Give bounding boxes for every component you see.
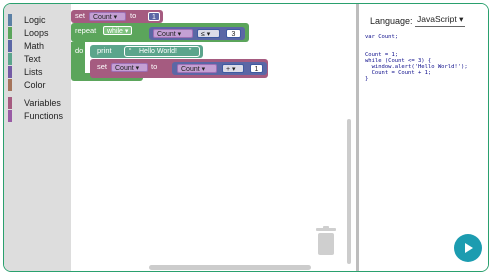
to-keyword: to — [151, 62, 158, 71]
category-color-bar — [8, 110, 12, 122]
category-color-bar — [8, 79, 12, 91]
category-label: Lists — [24, 67, 43, 77]
set-keyword: set — [97, 62, 108, 71]
category-label: Loops — [24, 28, 49, 38]
operator-dropdown[interactable]: + ▾ — [222, 64, 244, 73]
operator-value: ≤ — [201, 31, 205, 38]
dropdown-arrow-icon: ▾ — [135, 65, 140, 72]
code-panel: Language: JavaScript ▾ var Count; Count … — [359, 4, 488, 271]
set-count-increment-block[interactable]: set Count ▾ to Count ▾ + ▾ 1 — [90, 59, 268, 78]
category-label: Functions — [24, 111, 64, 121]
category-label: Text — [24, 54, 41, 64]
repeat-keyword: repeat — [75, 26, 97, 35]
operator-value: + — [226, 66, 231, 73]
category-label: Color — [24, 80, 46, 90]
to-keyword: to — [130, 11, 137, 20]
variable-name: Count — [181, 66, 200, 73]
variable-name: Count — [93, 14, 112, 21]
category-color-bar — [8, 40, 12, 52]
arithmetic-block[interactable]: Count ▾ + ▾ 1 — [172, 62, 267, 75]
text-value[interactable]: Hello World! — [139, 47, 177, 57]
play-icon[interactable] — [454, 234, 482, 262]
dropdown-arrow-icon: ▾ — [206, 31, 211, 38]
category-label: Logic — [24, 15, 46, 25]
print-keyword: print — [97, 46, 112, 55]
dropdown-arrow-icon: ▾ — [177, 31, 182, 38]
toolbox: Logic Loops Math Text Lists Color Variab… — [4, 4, 71, 271]
variable-dropdown[interactable]: Count ▾ — [111, 63, 148, 72]
trash-icon[interactable] — [314, 226, 338, 256]
category-color-bar — [8, 14, 12, 26]
text-block[interactable]: “ Hello World! ” — [124, 46, 200, 57]
language-value: JavaScript — [417, 14, 457, 24]
repeat-while-block[interactable]: repeat while ▾ Count ▾ ≤ ▾ 3 — [71, 23, 249, 42]
number-field[interactable]: 1 — [148, 12, 160, 21]
block-workspace[interactable]: set Count ▾ to 1 repeat while ▾ Count ▾ … — [71, 4, 356, 271]
category-color-bar — [8, 53, 12, 65]
number-field[interactable]: 3 — [226, 29, 241, 38]
category-color-bar — [8, 66, 12, 78]
loop-mode-value: while — [107, 28, 123, 35]
category-color-bar — [8, 27, 12, 39]
number-field[interactable]: 1 — [250, 64, 263, 73]
dropdown-arrow-icon: ▾ — [124, 28, 129, 35]
do-keyword: do — [75, 46, 84, 55]
vertical-scrollbar[interactable] — [347, 119, 351, 264]
dropdown-arrow-icon: ▾ — [113, 14, 118, 21]
close-quote: ” — [189, 48, 192, 55]
variable-dropdown[interactable]: Count ▾ — [153, 29, 193, 38]
language-select[interactable]: JavaScript ▾ — [415, 13, 466, 27]
horizontal-scrollbar[interactable] — [149, 265, 311, 270]
generated-code: var Count; Count = 1; while (Count <= 3)… — [365, 34, 468, 82]
language-label: Language: — [370, 16, 413, 26]
variable-dropdown[interactable]: Count ▾ — [177, 64, 217, 73]
operator-dropdown[interactable]: ≤ ▾ — [197, 29, 220, 38]
set-count-block[interactable]: set Count ▾ to 1 — [71, 10, 163, 23]
set-keyword: set — [75, 11, 86, 20]
loop-mode-dropdown[interactable]: while ▾ — [103, 26, 133, 35]
print-block[interactable]: print “ Hello World! ” — [90, 45, 203, 58]
dropdown-arrow-icon: ▾ — [201, 66, 206, 73]
category-color-bar — [8, 97, 12, 109]
variable-name: Count — [115, 65, 134, 72]
category-label: Math — [24, 41, 45, 51]
variable-name: Count — [157, 31, 176, 38]
dropdown-arrow-icon: ▾ — [232, 66, 236, 73]
dropdown-arrow-icon: ▾ — [459, 14, 464, 24]
blockly-app: Logic Loops Math Text Lists Color Variab… — [3, 3, 489, 272]
category-label: Variables — [24, 98, 61, 108]
variable-dropdown[interactable]: Count ▾ — [89, 12, 126, 21]
open-quote: “ — [129, 48, 132, 55]
compare-block[interactable]: Count ▾ ≤ ▾ 3 — [149, 27, 245, 40]
